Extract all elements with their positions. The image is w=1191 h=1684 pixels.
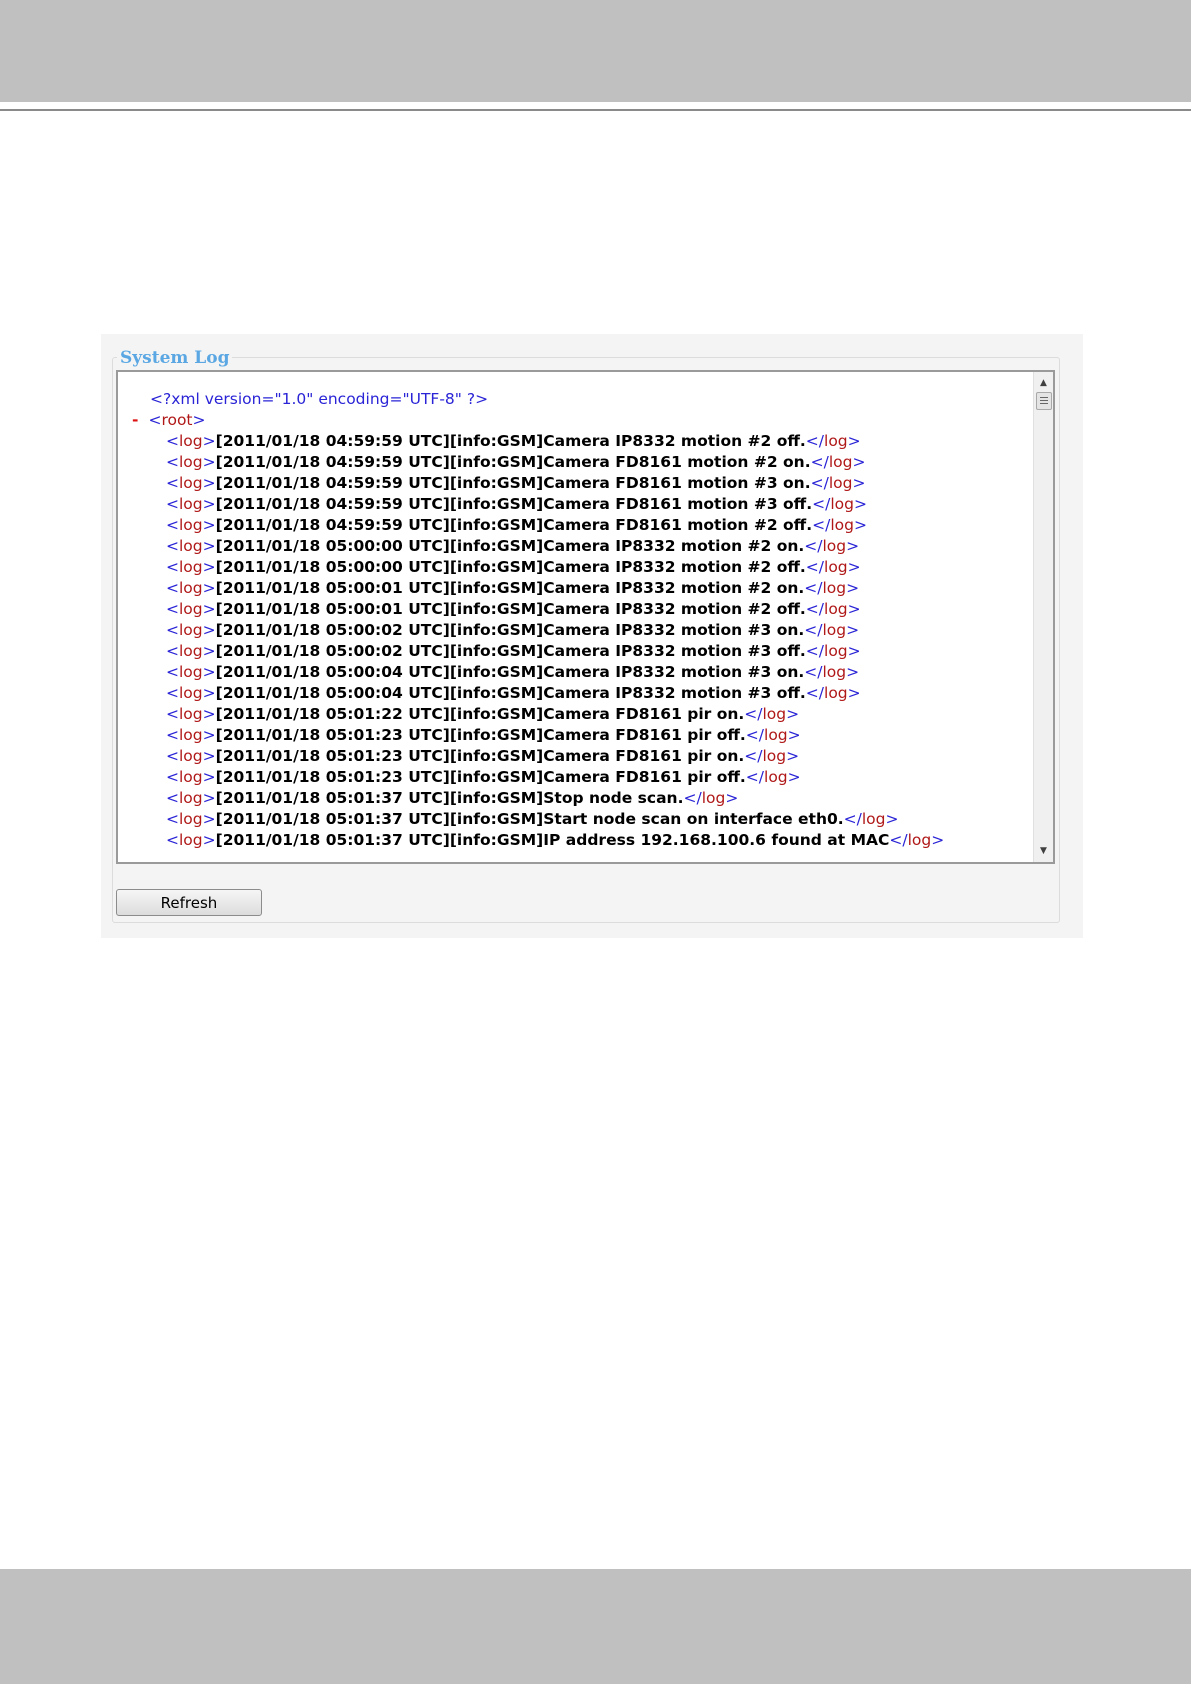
log-entry: <log>[2011/01/18 05:00:02 UTC][info:GSM]… [166, 621, 860, 639]
root-node: - <root> [132, 411, 206, 429]
log-close-tag: log [822, 537, 847, 555]
log-message: [2011/01/18 04:59:59 UTC][info:GSM]Camer… [215, 495, 813, 513]
system-log-viewer[interactable]: <?xml version="1.0" encoding="UTF-8" ?> … [116, 370, 1055, 864]
log-entry: <log>[2011/01/18 05:00:00 UTC][info:GSM]… [166, 558, 861, 576]
log-close-tag: log [830, 516, 854, 534]
refresh-button[interactable]: Refresh [116, 889, 262, 916]
log-message: [2011/01/18 05:01:37 UTC][info:GSM]Stop … [215, 789, 684, 807]
log-open-tag: log [179, 663, 203, 681]
log-close-tag: log [824, 642, 848, 660]
log-close-tag: log [762, 705, 787, 723]
page-footer-band [0, 1569, 1191, 1684]
log-message: [2011/01/18 05:00:01 UTC][info:GSM]Camer… [215, 579, 805, 597]
log-open-tag: log [179, 516, 203, 534]
log-message: [2011/01/18 05:00:04 UTC][info:GSM]Camer… [215, 684, 806, 702]
log-entry: <log>[2011/01/18 05:00:02 UTC][info:GSM]… [166, 642, 861, 660]
log-open-tag: log [179, 810, 203, 828]
scroll-thumb[interactable] [1036, 392, 1052, 410]
log-close-tag: log [824, 684, 848, 702]
log-entry: <log>[2011/01/18 05:00:04 UTC][info:GSM]… [166, 684, 861, 702]
log-message: [2011/01/18 05:00:04 UTC][info:GSM]Camer… [215, 663, 805, 681]
collapse-toggle-icon[interactable]: - [132, 411, 138, 429]
log-open-tag: log [179, 642, 203, 660]
log-message: [2011/01/18 05:00:02 UTC][info:GSM]Camer… [215, 621, 805, 639]
log-close-tag: log [907, 831, 932, 849]
log-open-tag: log [179, 768, 203, 786]
log-scrollbar[interactable]: ▲ ▼ [1033, 372, 1053, 862]
log-open-tag: log [179, 600, 203, 618]
log-entry: <log>[2011/01/18 04:59:59 UTC][info:GSM]… [166, 453, 866, 471]
log-close-tag: log [764, 726, 788, 744]
log-message: [2011/01/18 05:01:23 UTC][info:GSM]Camer… [215, 747, 745, 765]
log-close-tag: log [762, 747, 787, 765]
log-close-tag: log [764, 768, 788, 786]
log-open-tag: log [179, 621, 203, 639]
system-log-legend: System Log [117, 348, 233, 368]
log-open-tag: log [179, 474, 203, 492]
log-message: [2011/01/18 05:00:01 UTC][info:GSM]Camer… [215, 600, 806, 618]
log-message: [2011/01/18 05:00:00 UTC][info:GSM]Camer… [215, 537, 805, 555]
log-message: [2011/01/18 04:59:59 UTC][info:GSM]Camer… [215, 474, 811, 492]
log-close-tag: log [830, 495, 854, 513]
log-entry: <log>[2011/01/18 04:59:59 UTC][info:GSM]… [166, 495, 867, 513]
log-message: [2011/01/18 05:00:02 UTC][info:GSM]Camer… [215, 642, 806, 660]
xml-declaration: <?xml version="1.0" encoding="UTF-8" ?> [150, 390, 489, 408]
log-close-tag: log [824, 600, 848, 618]
log-entry: <log>[2011/01/18 05:00:00 UTC][info:GSM]… [166, 537, 860, 555]
log-message: [2011/01/18 04:59:59 UTC][info:GSM]Camer… [215, 453, 811, 471]
scroll-down-icon[interactable]: ▼ [1034, 842, 1053, 860]
log-entry: <log>[2011/01/18 05:01:23 UTC][info:GSM]… [166, 747, 800, 765]
log-open-tag: log [179, 453, 203, 471]
log-entry: <log>[2011/01/18 05:01:37 UTC][info:GSM]… [166, 810, 899, 828]
log-open-tag: log [179, 705, 203, 723]
log-message: [2011/01/18 04:59:59 UTC][info:GSM]Camer… [215, 516, 813, 534]
log-message: [2011/01/18 05:01:23 UTC][info:GSM]Camer… [215, 726, 746, 744]
log-close-tag: log [861, 810, 886, 828]
log-entry: <log>[2011/01/18 04:59:59 UTC][info:GSM]… [166, 516, 867, 534]
log-entry: <log>[2011/01/18 05:00:04 UTC][info:GSM]… [166, 663, 860, 681]
log-close-tag: log [824, 432, 848, 450]
log-open-tag: log [179, 789, 203, 807]
log-close-tag: log [701, 789, 726, 807]
log-close-tag: log [822, 621, 847, 639]
log-open-tag: log [179, 747, 203, 765]
log-entry: <log>[2011/01/18 05:01:22 UTC][info:GSM]… [166, 705, 800, 723]
log-entry: <log>[2011/01/18 05:01:37 UTC][info:GSM]… [166, 831, 945, 849]
log-open-tag: log [179, 432, 203, 450]
log-open-tag: log [179, 495, 203, 513]
log-close-tag: log [824, 558, 848, 576]
log-entry: <log>[2011/01/18 05:01:37 UTC][info:GSM]… [166, 789, 739, 807]
system-log-panel: System Log <?xml version="1.0" encoding=… [101, 334, 1083, 938]
root-tag: root [161, 411, 193, 429]
log-message: [2011/01/18 05:00:00 UTC][info:GSM]Camer… [215, 558, 806, 576]
log-close-tag: log [828, 453, 853, 471]
log-message: [2011/01/18 05:01:22 UTC][info:GSM]Camer… [215, 705, 745, 723]
log-entry: <log>[2011/01/18 05:00:01 UTC][info:GSM]… [166, 579, 860, 597]
log-open-tag: log [179, 684, 203, 702]
log-open-tag: log [179, 726, 203, 744]
log-entry: <log>[2011/01/18 04:59:59 UTC][info:GSM]… [166, 474, 866, 492]
page-header-band [0, 0, 1191, 102]
log-entry: <log>[2011/01/18 05:01:23 UTC][info:GSM]… [166, 768, 801, 786]
log-open-tag: log [179, 558, 203, 576]
log-message: [2011/01/18 05:01:37 UTC][info:GSM]Start… [215, 810, 844, 828]
log-close-tag: log [822, 663, 847, 681]
log-close-tag: log [828, 474, 853, 492]
log-message: [2011/01/18 05:01:23 UTC][info:GSM]Camer… [215, 768, 746, 786]
log-close-tag: log [822, 579, 847, 597]
log-open-tag: log [179, 537, 203, 555]
log-content: <?xml version="1.0" encoding="UTF-8" ?> … [118, 372, 1033, 862]
log-open-tag: log [179, 579, 203, 597]
header-gap [0, 102, 1191, 109]
log-entry: <log>[2011/01/18 05:01:23 UTC][info:GSM]… [166, 726, 801, 744]
log-message: [2011/01/18 04:59:59 UTC][info:GSM]Camer… [215, 432, 806, 450]
scroll-up-icon[interactable]: ▲ [1034, 374, 1053, 392]
log-message: [2011/01/18 05:01:37 UTC][info:GSM]IP ad… [215, 831, 890, 849]
log-entry: <log>[2011/01/18 05:00:01 UTC][info:GSM]… [166, 600, 861, 618]
log-entry: <log>[2011/01/18 04:59:59 UTC][info:GSM]… [166, 432, 861, 450]
log-open-tag: log [179, 831, 203, 849]
header-rule [0, 109, 1191, 111]
